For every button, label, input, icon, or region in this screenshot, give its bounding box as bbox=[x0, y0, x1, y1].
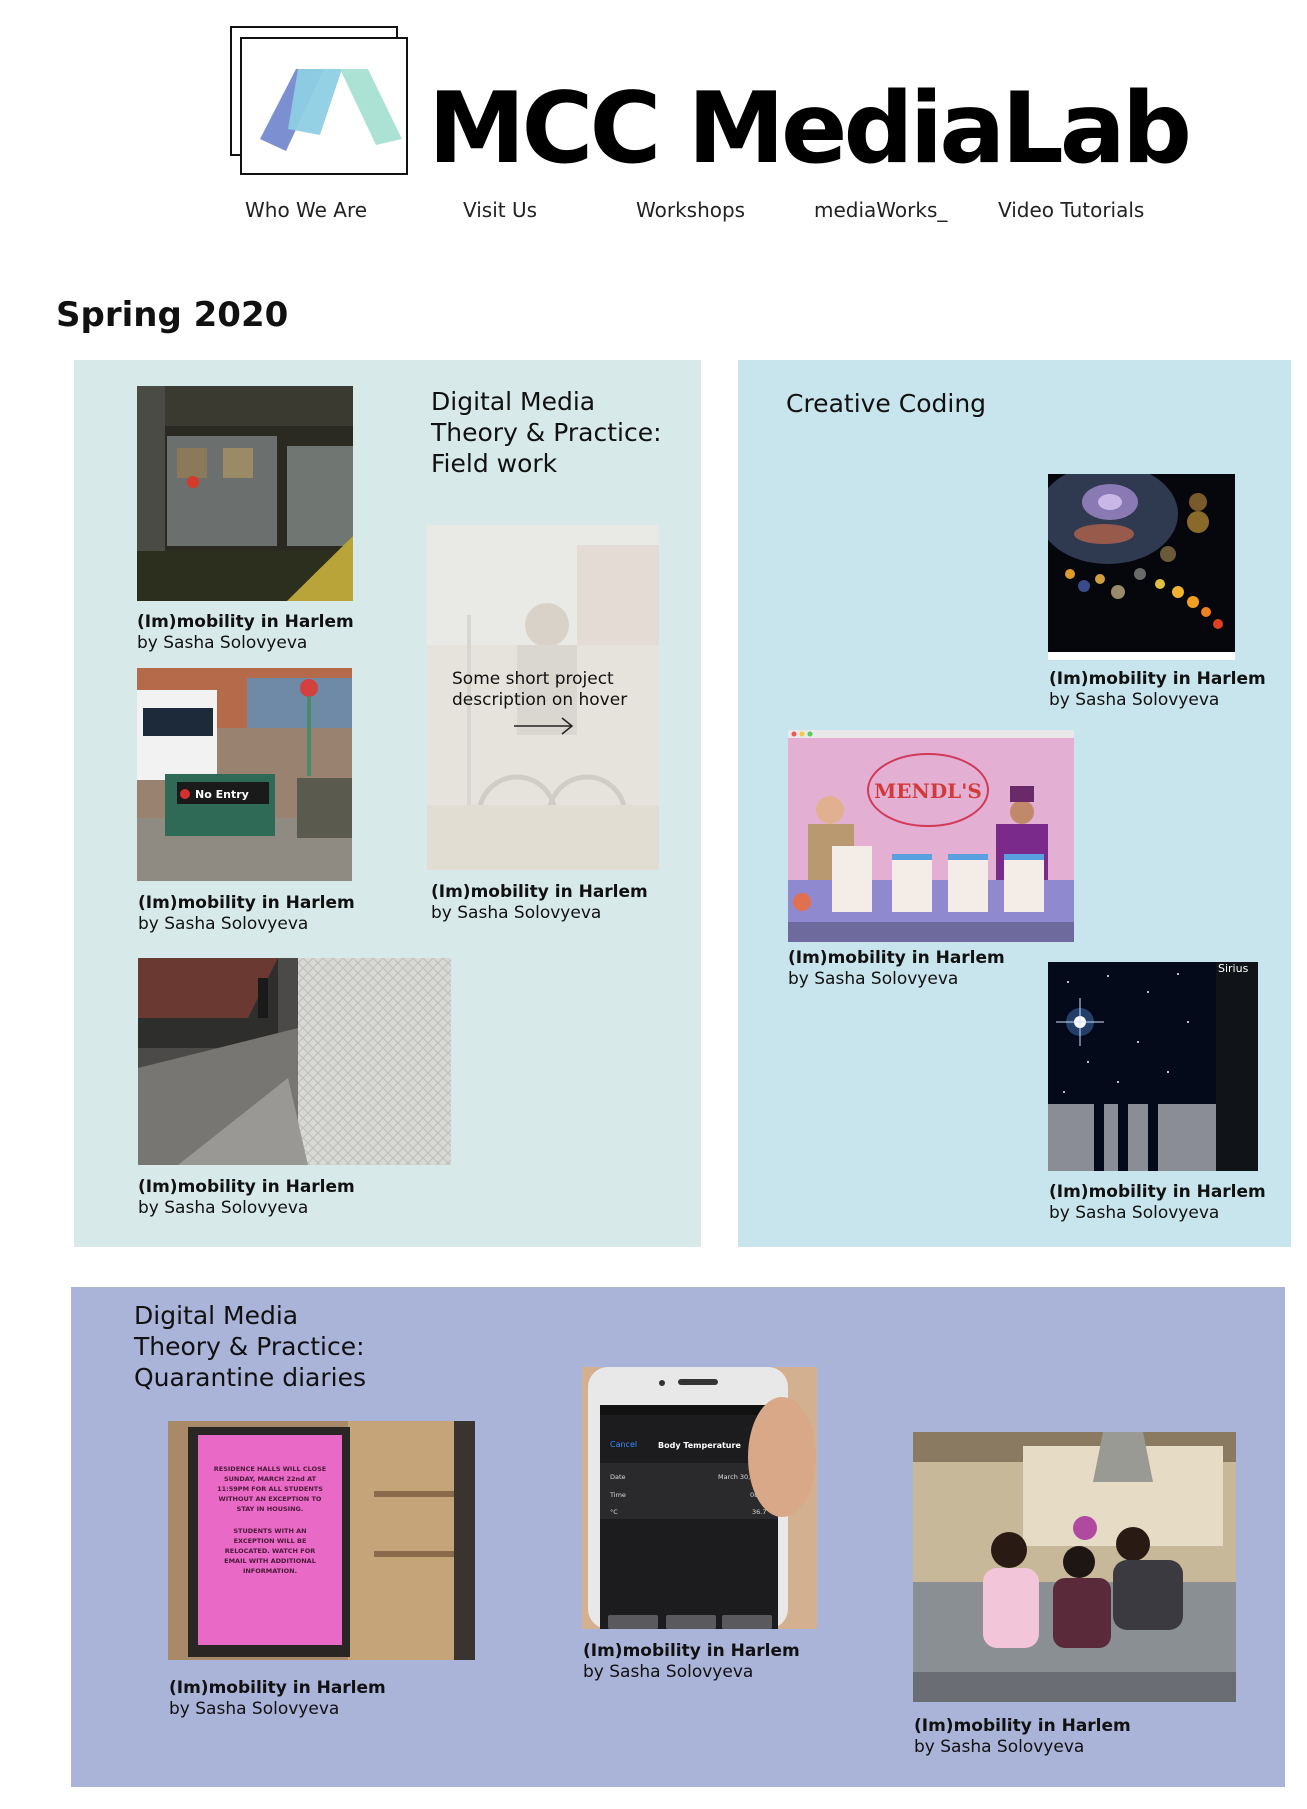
sign-text: INFORMATION. bbox=[243, 1567, 297, 1575]
project-title[interactable]: (Im)mobility in Harlem bbox=[583, 1641, 800, 1662]
sign-text: RELOCATED. WATCH FOR bbox=[225, 1547, 315, 1555]
project-author: by Sasha Solovyeva bbox=[138, 1198, 309, 1218]
phone-title-text: Body Temperature bbox=[658, 1441, 741, 1450]
section-title-quarantine: Digital Media Theory & Practice: Quarant… bbox=[134, 1300, 366, 1393]
phone-date-label: Date bbox=[610, 1473, 626, 1481]
project-caption[interactable]: (Im)mobility in Harlem by Sasha Solovyev… bbox=[138, 1177, 355, 1219]
no-entry-sign-text: No Entry bbox=[195, 788, 249, 801]
project-caption[interactable]: (Im)mobility in Harlem by Sasha Solovyev… bbox=[169, 1678, 386, 1720]
nav-who-we-are[interactable]: Who We Are bbox=[245, 200, 367, 220]
section-title-line: Quarantine diaries bbox=[134, 1363, 366, 1392]
hover-text-line: Some short project bbox=[452, 669, 614, 689]
project-author: by Sasha Solovyeva bbox=[788, 969, 959, 989]
mendls-logo-text: MENDL'S bbox=[874, 779, 982, 803]
hover-description: Some short project description on hover bbox=[452, 669, 627, 711]
phone-temp-value: 36.7 bbox=[752, 1508, 766, 1516]
project-title[interactable]: (Im)mobility in Harlem bbox=[1049, 1182, 1266, 1203]
nav-video-tutorials[interactable]: Video Tutorials bbox=[998, 200, 1144, 220]
project-author: by Sasha Solovyeva bbox=[1049, 1203, 1220, 1223]
project-author: by Sasha Solovyeva bbox=[1049, 690, 1220, 710]
project-title[interactable]: (Im)mobility in Harlem bbox=[169, 1678, 386, 1699]
project-caption[interactable]: (Im)mobility in Harlem by Sasha Solovyev… bbox=[1049, 669, 1266, 711]
project-caption[interactable]: (Im)mobility in Harlem by Sasha Solovyev… bbox=[1049, 1182, 1266, 1224]
project-title[interactable]: (Im)mobility in Harlem bbox=[138, 1177, 355, 1198]
brand-title[interactable]: MCC MediaLab bbox=[428, 80, 1192, 178]
project-title[interactable]: (Im)mobility in Harlem bbox=[788, 948, 1005, 969]
project-caption[interactable]: (Im)mobility in Harlem by Sasha Solovyev… bbox=[583, 1641, 800, 1683]
project-thumbnail-phone[interactable]: Cancel Body Temperature Date March 30, 2… bbox=[582, 1367, 817, 1629]
project-caption[interactable]: (Im)mobility in Harlem by Sasha Solovyev… bbox=[914, 1716, 1131, 1758]
phone-temp-label: °C bbox=[610, 1508, 618, 1516]
nav-workshops[interactable]: Workshops bbox=[636, 200, 745, 220]
section-title-line: Theory & Practice: bbox=[431, 418, 662, 447]
section-title-creative-coding: Creative Coding bbox=[786, 388, 986, 419]
phone-time-label: Time bbox=[609, 1491, 626, 1499]
project-thumbnail-subway[interactable] bbox=[137, 386, 353, 601]
project-title[interactable]: (Im)mobility in Harlem bbox=[914, 1716, 1131, 1737]
project-thumbnail-sirius[interactable]: Sirius bbox=[1048, 962, 1258, 1171]
phone-cancel-text: Cancel bbox=[610, 1440, 637, 1449]
project-author: by Sasha Solovyeva bbox=[169, 1699, 340, 1719]
sign-text: SUNDAY, MARCH 22nd AT bbox=[224, 1475, 317, 1483]
nav-visit-us[interactable]: Visit Us bbox=[463, 200, 537, 220]
project-caption[interactable]: (Im)mobility in Harlem by Sasha Solovyev… bbox=[138, 893, 355, 935]
project-title[interactable]: (Im)mobility in Harlem bbox=[138, 893, 355, 914]
section-title-line: Theory & Practice: bbox=[134, 1332, 365, 1361]
sign-text: WITHOUT AN EXCEPTION TO bbox=[219, 1495, 322, 1503]
logo-mark[interactable] bbox=[240, 37, 408, 175]
sign-text: STUDENTS WITH AN bbox=[233, 1527, 306, 1535]
project-title[interactable]: (Im)mobility in Harlem bbox=[137, 612, 354, 633]
project-author: by Sasha Solovyeva bbox=[583, 1662, 754, 1682]
sign-text: EMAIL WITH ADDITIONAL bbox=[224, 1557, 316, 1565]
sirius-label-text: Sirius bbox=[1218, 962, 1249, 975]
sign-text: STAY IN HOUSING. bbox=[237, 1505, 304, 1513]
project-title[interactable]: (Im)mobility in Harlem bbox=[431, 882, 648, 903]
project-title[interactable]: (Im)mobility in Harlem bbox=[1049, 669, 1266, 690]
project-author: by Sasha Solovyeva bbox=[431, 903, 602, 923]
project-thumbnail-mendls[interactable]: MENDL'S bbox=[788, 730, 1074, 942]
logo-shapes-icon bbox=[260, 69, 402, 151]
project-author: by Sasha Solovyeva bbox=[914, 1737, 1085, 1757]
section-title-line: Creative Coding bbox=[786, 389, 987, 418]
section-title-line: Digital Media bbox=[431, 387, 596, 416]
project-thumbnail-nebula[interactable] bbox=[1048, 474, 1235, 660]
sign-text: EXCEPTION WILL BE bbox=[234, 1537, 307, 1545]
project-author: by Sasha Solovyeva bbox=[137, 633, 308, 653]
project-thumbnail-fence[interactable] bbox=[138, 958, 451, 1165]
section-title-fieldwork: Digital Media Theory & Practice: Field w… bbox=[431, 386, 662, 479]
hover-text-line: description on hover bbox=[452, 690, 628, 710]
project-thumbnail-residence-sign[interactable]: RESIDENCE HALLS WILL CLOSE SUNDAY, MARCH… bbox=[168, 1421, 475, 1660]
nav-mediaworks[interactable]: mediaWorks_ bbox=[814, 200, 947, 220]
section-title-line: Digital Media bbox=[134, 1301, 299, 1330]
section-title-line: Field work bbox=[431, 449, 558, 478]
project-caption[interactable]: (Im)mobility in Harlem by Sasha Solovyev… bbox=[788, 948, 1005, 990]
project-thumbnail-no-entry[interactable]: No Entry bbox=[137, 668, 352, 881]
project-caption[interactable]: (Im)mobility in Harlem by Sasha Solovyev… bbox=[431, 882, 648, 924]
arrow-right-icon[interactable] bbox=[512, 715, 576, 737]
project-author: by Sasha Solovyeva bbox=[138, 914, 309, 934]
project-caption[interactable]: (Im)mobility in Harlem by Sasha Solovyev… bbox=[137, 612, 354, 654]
sign-text: 11:59PM FOR ALL STUDENTS bbox=[217, 1485, 323, 1493]
project-thumbnail-family[interactable] bbox=[913, 1432, 1236, 1702]
sign-text: RESIDENCE HALLS WILL CLOSE bbox=[214, 1465, 326, 1473]
season-heading: Spring 2020 bbox=[56, 295, 289, 335]
